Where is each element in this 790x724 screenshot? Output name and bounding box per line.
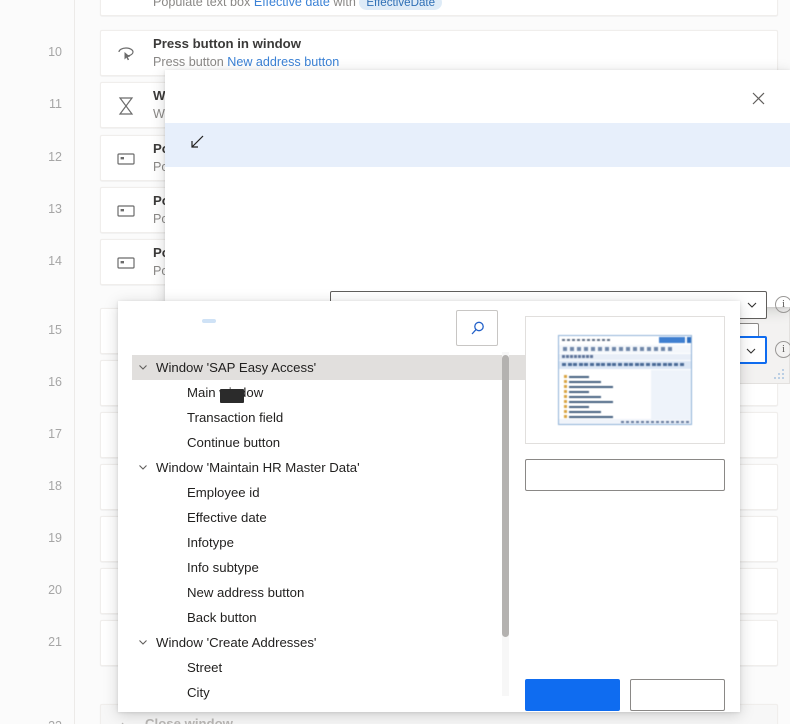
ui-element-preview	[525, 316, 725, 444]
tree-leaf-item[interactable]: Back button	[132, 605, 526, 630]
tree-item-label: Back button	[187, 610, 257, 625]
info-icon[interactable]: i	[775, 296, 790, 313]
tree-leaf-item[interactable]: Infotype	[132, 530, 526, 555]
dialog-description-banner	[165, 123, 790, 167]
hourglass-icon	[115, 95, 137, 117]
resize-grip-icon[interactable]	[770, 365, 784, 379]
ui-tree-scrollbar-thumb[interactable]	[502, 355, 509, 637]
flow-row-number: 15	[48, 323, 62, 337]
info-icon[interactable]: i	[775, 341, 790, 358]
tree-leaf-item[interactable]: Main window	[132, 380, 526, 405]
chevron-down-icon	[746, 298, 758, 316]
flow-row-number: 18	[48, 479, 62, 493]
ui-element-preview-image	[558, 335, 692, 425]
flow-action-title: Close window	[145, 716, 233, 724]
ui-tree-scrollbar[interactable]	[502, 352, 509, 696]
tree-item-label: Effective date	[187, 510, 267, 525]
tree-leaf-item[interactable]: City	[132, 680, 526, 700]
select-button[interactable]	[525, 679, 620, 711]
variable-pill[interactable]: EffectiveDate	[359, 0, 443, 10]
tree-item-tooltip	[220, 389, 244, 403]
tree-item-label: Window 'SAP Easy Access'	[156, 360, 317, 375]
tree-group-item[interactable]: Window 'SAP Easy Access'	[132, 355, 526, 380]
flow-row-number: 16	[48, 375, 62, 389]
chevron-down-icon[interactable]	[138, 455, 152, 480]
tree-leaf-item[interactable]: Effective date	[132, 505, 526, 530]
flow-row-number: 19	[48, 531, 62, 545]
tree-item-label: Window 'Create Addresses'	[156, 635, 317, 650]
flow-row-number: 22	[0, 700, 62, 724]
tree-leaf-item[interactable]: Continue button	[132, 430, 526, 455]
search-icon[interactable]	[456, 310, 498, 346]
tree-group-item[interactable]: Window 'Create Addresses'	[132, 630, 526, 655]
flow-action-subtitle: Populate text box Effective date with Ef…	[153, 0, 443, 10]
flow-action-title: Press button in window	[153, 36, 301, 51]
tree-item-label: City	[187, 685, 210, 700]
textbox-icon	[115, 148, 137, 170]
flow-row[interactable]: Populate text box in windowPopulate text…	[0, 0, 790, 18]
textbox-icon	[115, 0, 137, 5]
tree-item-label: Transaction field	[187, 410, 284, 425]
tree-item-label: Info subtype	[187, 560, 259, 575]
tree-item-label: Street	[187, 660, 223, 675]
tree-leaf-item[interactable]: Info subtype	[132, 555, 526, 580]
flow-row-number: 14	[48, 254, 62, 268]
textbox-icon	[115, 200, 137, 222]
chevron-down-icon[interactable]	[138, 355, 152, 380]
flow-action-subtitle: Press button New address button	[153, 55, 340, 69]
close-window-dialog: i i	[165, 70, 790, 364]
tree-item-label: Infotype	[187, 535, 234, 550]
chevron-right-icon[interactable]	[119, 719, 129, 724]
ui-elements-count-badge	[202, 319, 216, 323]
tree-leaf-item[interactable]: New address button	[132, 580, 526, 605]
close-window-icon	[187, 133, 213, 158]
flow-subtitle-link[interactable]: Effective date	[254, 0, 330, 9]
tree-item-label: Continue button	[187, 435, 281, 450]
picker-right-column	[525, 316, 725, 696]
ui-elements-tree[interactable]: Window 'SAP Easy Access' Main window Trans…	[132, 355, 526, 700]
flow-action-card[interactable]: Populate text box in windowPopulate text…	[100, 0, 778, 16]
chevron-down-icon[interactable]	[138, 630, 152, 655]
tree-group-item[interactable]: Window 'Maintain HR Master Data'	[132, 455, 526, 480]
tree-leaf-item[interactable]: Transaction field	[132, 405, 526, 430]
screen-root: Populate text box in windowPopulate text…	[0, 0, 790, 724]
chevron-down-icon	[745, 344, 757, 362]
press-button-icon	[115, 43, 137, 65]
flow-row-number: 20	[48, 583, 62, 597]
tree-leaf-item[interactable]: Employee id	[132, 480, 526, 505]
tree-item-label: Employee id	[187, 485, 260, 500]
textbox-icon	[115, 252, 137, 274]
ui-element-picker-panel: Window 'SAP Easy Access' Main window Trans…	[118, 301, 740, 712]
tree-item-label: Window 'Maintain HR Master Data'	[156, 460, 360, 475]
close-icon[interactable]	[740, 82, 776, 114]
flow-row-number: 13	[48, 202, 62, 216]
flow-row-number: 21	[48, 635, 62, 649]
flow-row-number: 11	[49, 97, 62, 111]
cancel-button[interactable]	[630, 679, 725, 711]
flow-row-number: 12	[48, 150, 62, 164]
tree-leaf-item[interactable]: Street	[132, 655, 526, 680]
tree-item-label: New address button	[187, 585, 305, 600]
flow-subtitle-link[interactable]: New address button	[227, 55, 339, 69]
flow-row-number: 10	[48, 45, 62, 59]
flow-row-number: 17	[48, 427, 62, 441]
add-new-ui-element-button[interactable]	[525, 459, 725, 491]
